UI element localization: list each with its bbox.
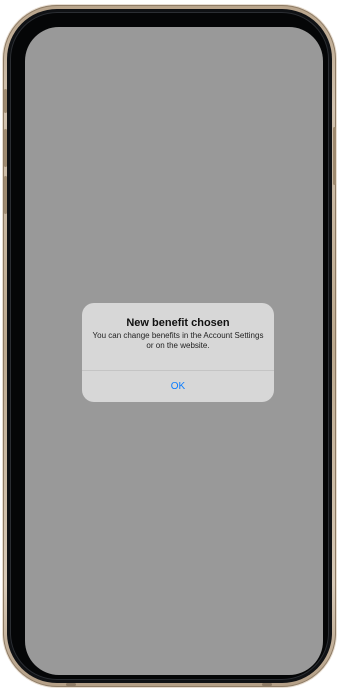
ok-button[interactable]: OK	[82, 371, 274, 402]
frame-detail-right	[262, 683, 272, 686]
alert-dialog: New benefit chosen You can change benefi…	[82, 303, 274, 402]
frame-detail-left	[66, 683, 76, 686]
screen-dim-overlay: New benefit chosen You can change benefi…	[25, 27, 323, 675]
alert-message: You can change benefits in the Account S…	[92, 331, 264, 350]
alert-title: New benefit chosen	[126, 317, 230, 329]
phone-frame: New benefit chosen You can change benefi…	[3, 5, 336, 687]
power-button	[333, 127, 336, 185]
